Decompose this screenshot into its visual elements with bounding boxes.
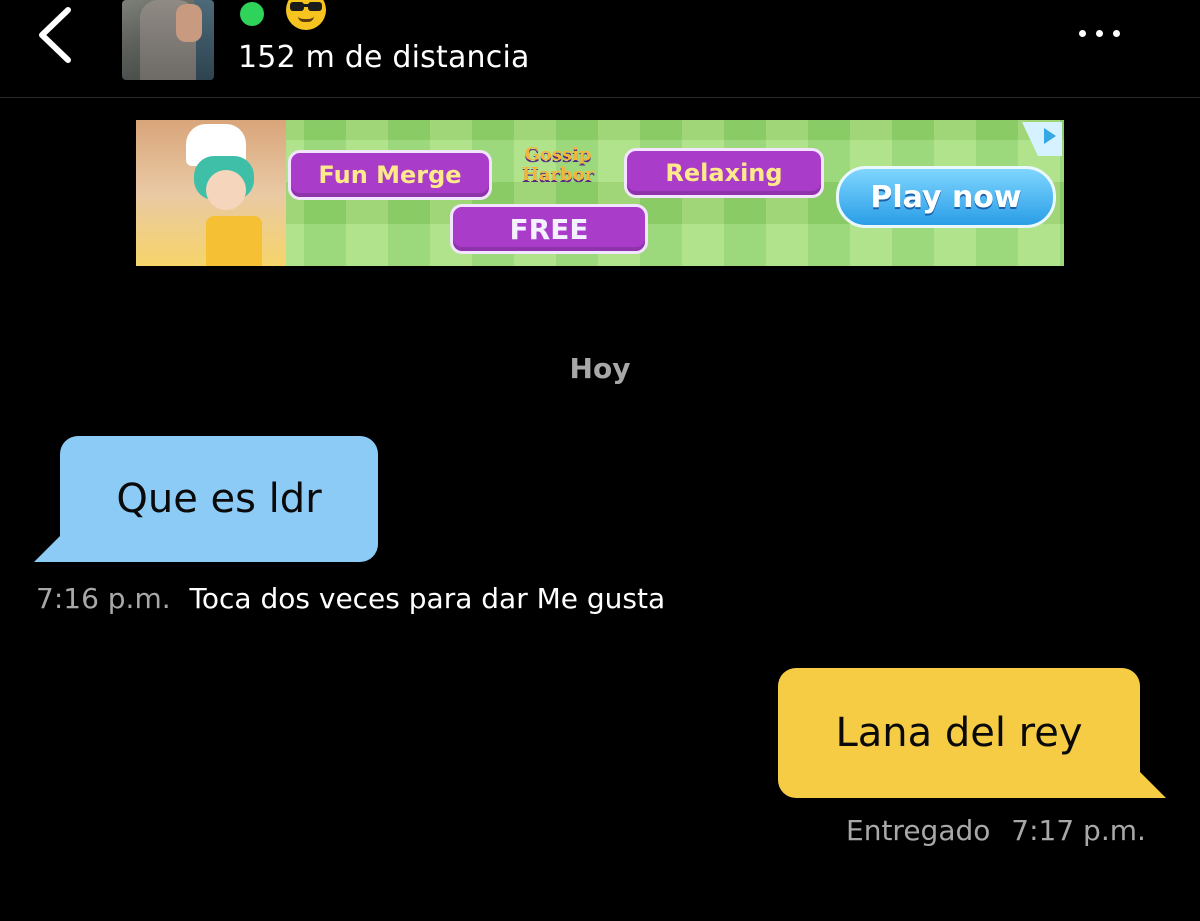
ad-banner[interactable]: Fun Merge Gossip Harbor Relaxing FREE Pl… [136, 120, 1064, 266]
ad-chef-illustration [136, 120, 286, 266]
ad-tag-relaxing: Relaxing [624, 148, 824, 198]
more-options-button[interactable] [1074, 22, 1134, 42]
incoming-message-bubble[interactable]: Que es ldr [60, 436, 378, 562]
more-horizontal-icon [1079, 30, 1086, 37]
ad-play-now-button[interactable]: Play now [836, 166, 1056, 228]
message-time: 7:16 p.m. [36, 582, 171, 615]
back-button[interactable] [30, 2, 86, 68]
like-hint: Toca dos veces para dar Me gusta [189, 582, 666, 615]
ad-tag-fun-merge: Fun Merge [288, 150, 492, 200]
outgoing-message-meta: Entregado 7:17 p.m. [846, 814, 1146, 847]
message-text: Que es ldr [116, 476, 322, 522]
date-separator: Hoy [569, 352, 631, 385]
avatar[interactable] [122, 0, 214, 80]
ad-game-logo: Gossip Harbor [521, 144, 595, 185]
message-time: 7:17 p.m. [1011, 814, 1146, 847]
chevron-left-icon [39, 7, 71, 63]
message-text: Lana del rey [835, 710, 1083, 756]
delivery-status: Entregado [846, 814, 991, 847]
chat-header: 152 m de distancia [0, 0, 1200, 98]
ad-tag-free: FREE [450, 204, 648, 254]
chat-screen: 152 m de distancia Fun Merge Gossip Harb… [0, 0, 1200, 921]
sunglasses-face-icon [286, 0, 326, 30]
distance-label: 152 m de distancia [238, 40, 530, 75]
incoming-message-meta: 7:16 p.m. Toca dos veces para dar Me gus… [36, 582, 665, 615]
online-status-dot [240, 2, 264, 26]
outgoing-message-bubble[interactable]: Lana del rey [778, 668, 1140, 798]
